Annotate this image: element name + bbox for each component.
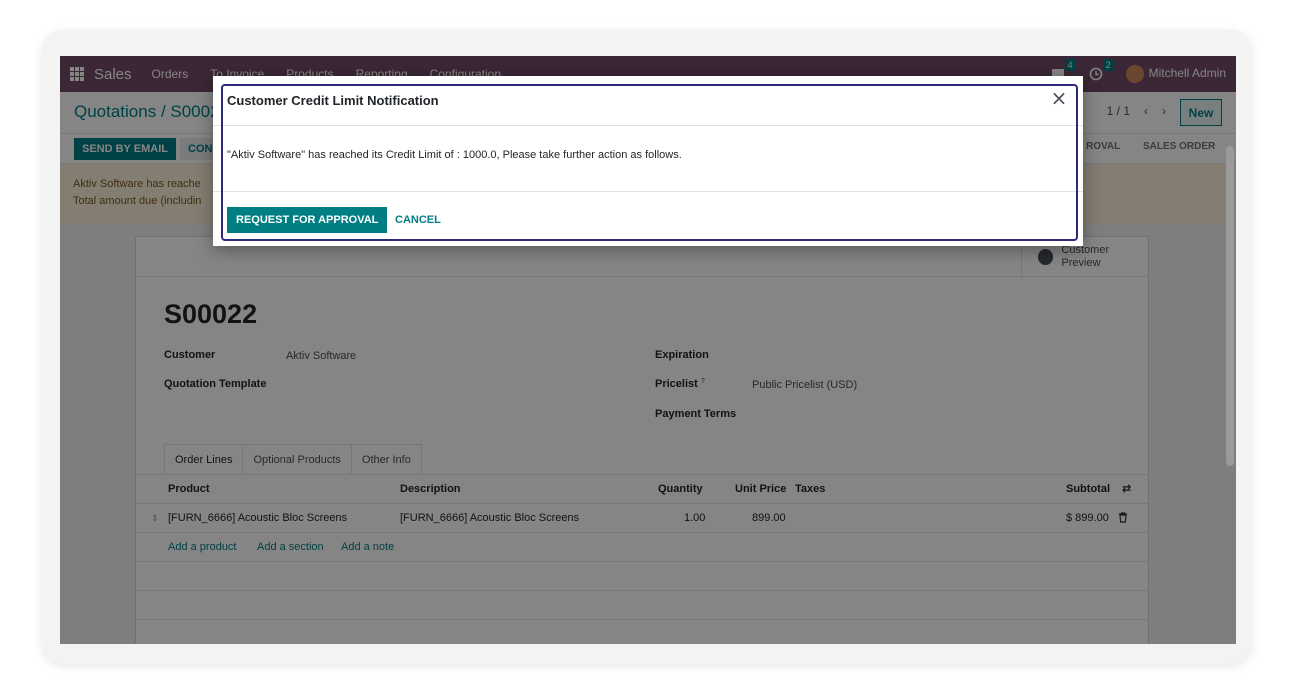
dialog-header: Customer Credit Limit Notification × — [213, 76, 1083, 126]
request-approval-button[interactable]: REQUEST FOR APPROVAL — [227, 207, 388, 233]
credit-limit-dialog: Customer Credit Limit Notification × "Ak… — [213, 76, 1083, 246]
dialog-message: "Aktiv Software" has reached its Credit … — [227, 149, 682, 161]
scrollbar-thumb[interactable] — [1226, 146, 1234, 466]
scrollbar[interactable] — [1226, 136, 1234, 636]
close-icon[interactable]: × — [1049, 88, 1069, 108]
cancel-button[interactable]: CANCEL — [395, 207, 441, 233]
dialog-title: Customer Credit Limit Notification — [227, 93, 439, 108]
dialog-footer: REQUEST FOR APPROVAL CANCEL — [213, 191, 1083, 246]
